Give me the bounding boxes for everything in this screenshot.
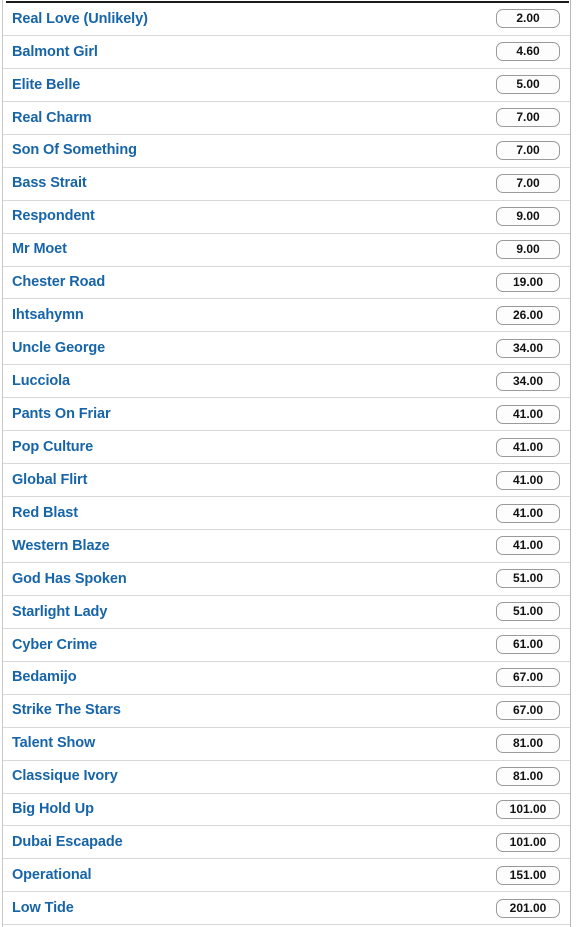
odds-button[interactable]: 151.00 bbox=[496, 865, 560, 885]
runner-row: Strike The Stars 67.00 bbox=[3, 694, 570, 728]
odds-button[interactable]: 101.00 bbox=[496, 832, 560, 852]
runner-name-link[interactable]: Real Charm bbox=[12, 111, 92, 126]
runner-row: Real Charm 7.00 bbox=[3, 101, 570, 135]
odds-button[interactable]: 201.00 bbox=[496, 898, 560, 918]
runner-name-link[interactable]: God Has Spoken bbox=[12, 572, 127, 587]
odds-button[interactable]: 41.00 bbox=[496, 404, 560, 424]
runner-name-link[interactable]: Mr Moet bbox=[12, 242, 67, 257]
runner-name-link[interactable]: Son Of Something bbox=[12, 143, 137, 158]
runner-name-link[interactable]: Real Love (Unlikely) bbox=[12, 12, 148, 27]
odds-button[interactable]: 101.00 bbox=[496, 799, 560, 819]
runner-row: Low Tide 201.00 bbox=[3, 892, 570, 926]
odds-button[interactable]: 81.00 bbox=[496, 734, 560, 754]
runner-row: Starlight Lady 51.00 bbox=[3, 595, 570, 629]
odds-button[interactable]: 2.00 bbox=[496, 9, 560, 29]
runner-row: Talent Show 81.00 bbox=[3, 727, 570, 761]
runner-name-link[interactable]: Respondent bbox=[12, 209, 95, 224]
runner-row: Global Flirt 41.00 bbox=[3, 464, 570, 498]
runner-name-link[interactable]: Elite Belle bbox=[12, 78, 80, 93]
odds-button[interactable]: 41.00 bbox=[496, 470, 560, 490]
runner-row: Operational 151.00 bbox=[3, 859, 570, 893]
runner-name-link[interactable]: Bedamijo bbox=[12, 670, 77, 685]
odds-button[interactable]: 5.00 bbox=[496, 75, 560, 95]
runner-row: Chester Road 19.00 bbox=[3, 266, 570, 300]
odds-button[interactable]: 81.00 bbox=[496, 767, 560, 787]
runner-row: Classique Ivory 81.00 bbox=[3, 760, 570, 794]
runner-name-link[interactable]: Operational bbox=[12, 868, 92, 883]
runner-row: Balmont Girl 4.60 bbox=[3, 35, 570, 69]
odds-button[interactable]: 7.00 bbox=[496, 174, 560, 194]
runner-name-link[interactable]: Bass Strait bbox=[12, 176, 87, 191]
runner-name-link[interactable]: Cyber Crime bbox=[12, 638, 97, 653]
runner-row: Bass Strait 7.00 bbox=[3, 167, 570, 201]
runner-row: Red Blast 41.00 bbox=[3, 497, 570, 530]
runner-name-link[interactable]: Starlight Lady bbox=[12, 605, 107, 620]
runner-name-link[interactable]: Western Blaze bbox=[12, 539, 110, 554]
runner-name-link[interactable]: Balmont Girl bbox=[12, 45, 98, 60]
odds-button[interactable]: 67.00 bbox=[496, 668, 560, 688]
odds-button[interactable]: 51.00 bbox=[496, 569, 560, 589]
odds-button[interactable]: 41.00 bbox=[496, 437, 560, 457]
odds-button[interactable]: 41.00 bbox=[496, 536, 560, 556]
runner-row: Pop Culture 41.00 bbox=[3, 431, 570, 465]
runner-row: Lucciola 34.00 bbox=[3, 365, 570, 399]
runner-row: God Has Spoken 51.00 bbox=[3, 562, 570, 596]
runner-name-link[interactable]: Chester Road bbox=[12, 275, 105, 290]
runner-name-link[interactable]: Lucciola bbox=[12, 374, 70, 389]
runner-name-link[interactable]: Big Hold Up bbox=[12, 802, 94, 817]
runner-row: Son Of Something 7.00 bbox=[3, 134, 570, 168]
odds-button[interactable]: 67.00 bbox=[496, 701, 560, 721]
odds-button[interactable]: 9.00 bbox=[496, 207, 560, 227]
odds-button[interactable]: 34.00 bbox=[496, 338, 560, 358]
runner-row: Pants On Friar 41.00 bbox=[3, 398, 570, 432]
runner-name-link[interactable]: Pop Culture bbox=[12, 440, 93, 455]
runner-name-link[interactable]: Classique Ivory bbox=[12, 769, 118, 784]
runner-row: Respondent 9.00 bbox=[3, 200, 570, 234]
odds-button[interactable]: 41.00 bbox=[496, 503, 560, 523]
odds-button[interactable]: 7.00 bbox=[496, 141, 560, 161]
odds-button[interactable]: 61.00 bbox=[496, 635, 560, 655]
runner-name-link[interactable]: Red Blast bbox=[12, 506, 78, 521]
odds-button[interactable]: 51.00 bbox=[496, 602, 560, 622]
odds-button[interactable]: 26.00 bbox=[496, 305, 560, 325]
runner-row: Cyber Crime 61.00 bbox=[3, 628, 570, 662]
runner-list: Real Love (Unlikely) 2.00 Balmont Girl 4.60… bbox=[3, 3, 570, 927]
runner-name-link[interactable]: Low Tide bbox=[12, 901, 74, 916]
runner-name-link[interactable]: Ihtsahymn bbox=[12, 308, 84, 323]
runner-row: Dubai Escapade 101.00 bbox=[3, 826, 570, 860]
odds-button[interactable]: 9.00 bbox=[496, 240, 560, 260]
runner-row: Western Blaze 41.00 bbox=[3, 530, 570, 563]
odds-button[interactable]: 34.00 bbox=[496, 371, 560, 391]
runner-row: Big Hold Up 101.00 bbox=[3, 793, 570, 827]
runner-row: Elite Belle 5.00 bbox=[3, 68, 570, 102]
runner-name-link[interactable]: Dubai Escapade bbox=[12, 835, 123, 850]
runner-row: Real Love (Unlikely) 2.00 bbox=[3, 3, 570, 36]
runner-row: Mr Moet 9.00 bbox=[3, 233, 570, 267]
runner-name-link[interactable]: Uncle George bbox=[12, 341, 105, 356]
runner-row: Uncle George 34.00 bbox=[3, 332, 570, 366]
odds-button[interactable]: 4.60 bbox=[496, 42, 560, 62]
runner-name-link[interactable]: Strike The Stars bbox=[12, 703, 121, 718]
runner-odds-panel: Real Love (Unlikely) 2.00 Balmont Girl 4.60… bbox=[2, 0, 571, 927]
runner-row: Bedamijo 67.00 bbox=[3, 661, 570, 695]
runner-name-link[interactable]: Pants On Friar bbox=[12, 407, 111, 422]
odds-button[interactable]: 19.00 bbox=[496, 272, 560, 292]
runner-name-link[interactable]: Talent Show bbox=[12, 736, 95, 751]
runner-name-link[interactable]: Global Flirt bbox=[12, 473, 87, 488]
runner-row: Ihtsahymn 26.00 bbox=[3, 299, 570, 333]
odds-button[interactable]: 7.00 bbox=[496, 108, 560, 128]
